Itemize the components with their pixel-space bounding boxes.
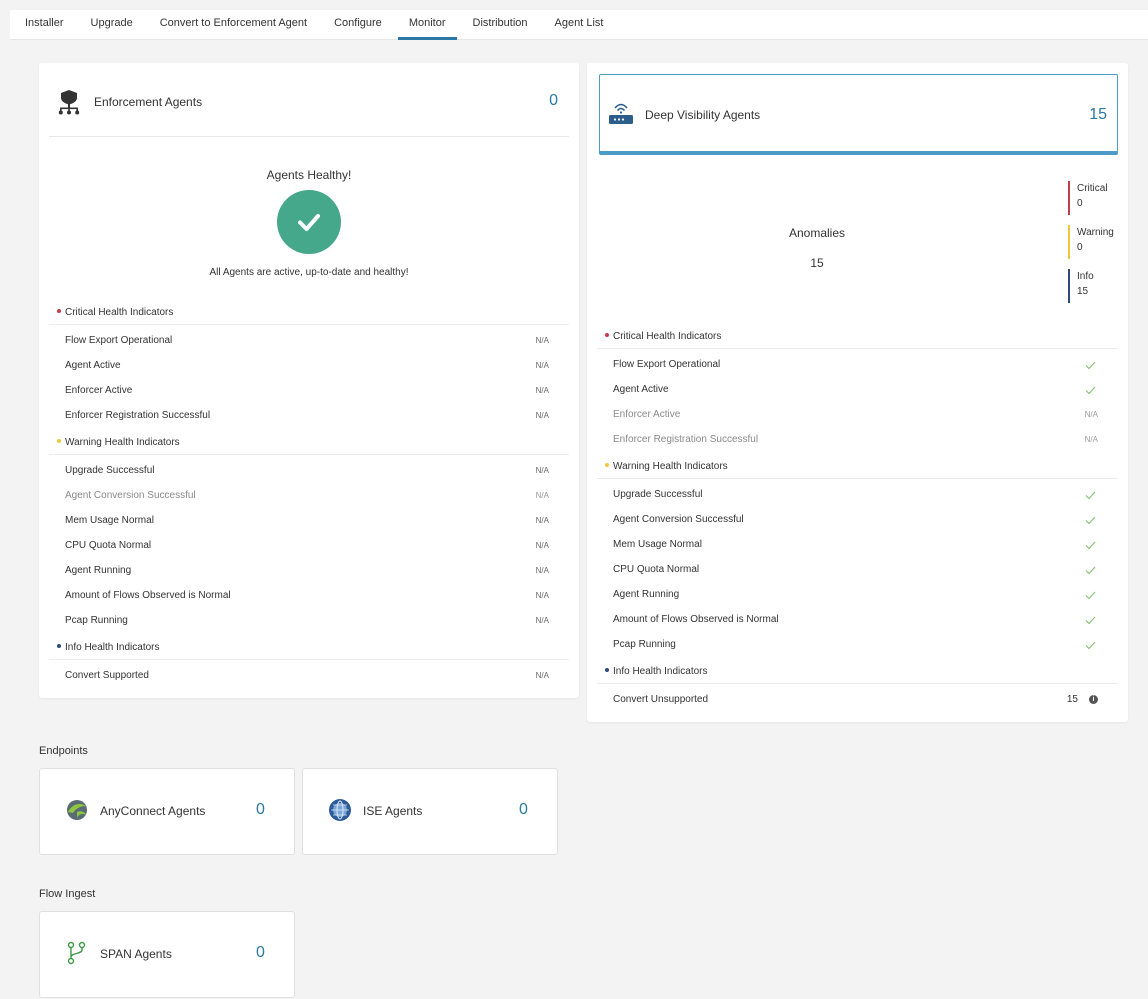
indicator-row: Enforcer Registration Successful N/A [613, 434, 1098, 445]
warning-health-indicators-header: Warning Health Indicators [597, 455, 1118, 479]
tab-distribution[interactable]: Distribution [473, 10, 528, 40]
check-icon [1085, 538, 1096, 557]
indicator-row: Upgrade Successful [597, 485, 1118, 510]
ise-agents-tile[interactable]: ISE Agents 0 [302, 768, 558, 855]
check-icon [1085, 563, 1096, 582]
anomalies-count[interactable]: 15 [747, 256, 887, 270]
flow-ingest-label: Flow Ingest [39, 888, 96, 900]
indicator-row: Amount of Flows Observed is Normal N/A [65, 590, 549, 601]
info-dot-icon [57, 644, 61, 649]
critical-dot-icon [57, 309, 61, 314]
enforcement-agents-header[interactable]: Enforcement Agents 0 [49, 63, 569, 137]
check-icon [1085, 358, 1096, 377]
deep-visibility-agents-title: Deep Visibility Agents [645, 108, 761, 122]
check-icon [1085, 383, 1096, 402]
anyconnect-agents-label: AnyConnect Agents [100, 804, 206, 818]
critical-health-indicators-header: Critical Health Indicators [49, 301, 569, 325]
enforcement-agents-card: Enforcement Agents 0 Agents Healthy! All… [39, 63, 579, 698]
tab-bar: Installer Upgrade Convert to Enforcement… [10, 10, 1148, 40]
critical-dot-icon [605, 333, 609, 338]
indicator-row: Convert Supported N/A [65, 670, 549, 681]
indicator-row: Pcap Running [597, 635, 1118, 660]
indicator-row: CPU Quota Normal N/A [65, 540, 549, 551]
monitor-page: Enforcement Agents 0 Agents Healthy! All… [10, 41, 1148, 999]
span-agents-tile[interactable]: SPAN Agents 0 [39, 911, 295, 998]
deep-visibility-agents-header[interactable]: Deep Visibility Agents 15 [599, 74, 1118, 155]
tab-monitor[interactable]: Monitor [397, 10, 457, 40]
indicator-row: Mem Usage Normal [597, 535, 1118, 560]
convert-unsupported-count[interactable]: 15 [1067, 690, 1078, 709]
warning-health-indicators-header: Warning Health Indicators [49, 431, 569, 455]
check-icon [1085, 488, 1096, 507]
healthy-check-icon [277, 190, 341, 254]
info-bar-icon [1068, 269, 1070, 303]
severity-critical[interactable]: Critical 0 [1068, 181, 1108, 215]
anyconnect-agents-count[interactable]: 0 [256, 801, 265, 819]
tab-configure[interactable]: Configure [334, 10, 382, 40]
indicator-row: Flow Export Operational N/A [65, 335, 549, 346]
check-icon [1085, 588, 1096, 607]
enforcement-agents-count[interactable]: 0 [549, 92, 558, 110]
span-agents-label: SPAN Agents [100, 947, 172, 961]
warning-dot-icon [605, 463, 609, 468]
indicator-row: Upgrade Successful N/A [65, 465, 549, 476]
deep-visibility-indicators: Critical Health Indicators Flow Export O… [597, 325, 1118, 715]
check-icon [1085, 613, 1096, 632]
indicator-row: Agent Running [597, 585, 1118, 610]
anomalies-title: Anomalies [788, 226, 846, 240]
indicator-row: Agent Active [597, 380, 1118, 405]
deep-visibility-agents-count[interactable]: 15 [1089, 106, 1107, 124]
enforcement-agents-title: Enforcement Agents [94, 95, 203, 109]
severity-info[interactable]: Info 15 [1068, 269, 1094, 303]
agents-healthy-title: Agents Healthy! [266, 168, 352, 182]
check-icon [1085, 513, 1096, 532]
indicator-row: Convert Unsupported 15 i [597, 690, 1118, 715]
critical-health-indicators-header: Critical Health Indicators [597, 325, 1118, 349]
agents-healthy-subtitle: All Agents are active, up-to-date and he… [209, 267, 409, 278]
enforcement-agent-icon [57, 89, 81, 115]
indicator-row: Agent Conversion Successful [597, 510, 1118, 535]
indicator-row: Agent Active N/A [65, 360, 549, 371]
tab-upgrade[interactable]: Upgrade [91, 10, 133, 40]
tab-installer[interactable]: Installer [25, 10, 64, 40]
warning-bar-icon [1068, 225, 1070, 259]
indicator-row: CPU Quota Normal [597, 560, 1118, 585]
indicator-row: Amount of Flows Observed is Normal [597, 610, 1118, 635]
indicator-row: Mem Usage Normal N/A [65, 515, 549, 526]
indicator-row: Pcap Running N/A [65, 615, 549, 626]
endpoints-label: Endpoints [39, 745, 88, 757]
info-icon[interactable]: i [1089, 695, 1098, 704]
span-branch-icon [65, 941, 89, 965]
anyconnect-agents-tile[interactable]: AnyConnect Agents 0 [39, 768, 295, 855]
ise-globe-icon [328, 798, 352, 822]
ise-agents-label: ISE Agents [363, 804, 423, 818]
deep-visibility-agents-card: Deep Visibility Agents 15 Anomalies 15 C… [587, 63, 1128, 722]
anyconnect-icon [65, 798, 89, 822]
warning-dot-icon [57, 439, 61, 444]
indicator-row: Flow Export Operational [597, 355, 1118, 380]
indicator-row: Enforcer Active N/A [613, 409, 1098, 420]
critical-bar-icon [1068, 181, 1070, 215]
info-health-indicators-header: Info Health Indicators [49, 636, 569, 660]
span-agents-count[interactable]: 0 [256, 944, 265, 962]
severity-warning[interactable]: Warning 0 [1068, 225, 1114, 259]
deep-visibility-agent-icon [608, 99, 634, 125]
info-dot-icon [605, 668, 609, 673]
tab-convert[interactable]: Convert to Enforcement Agent [160, 10, 307, 40]
enforcement-indicators: Critical Health Indicators Flow Export O… [49, 301, 569, 691]
ise-agents-count[interactable]: 0 [519, 801, 528, 819]
indicator-row: Agent Running N/A [65, 565, 549, 576]
indicator-row: Enforcer Registration Successful N/A [65, 410, 549, 421]
tab-agent-list[interactable]: Agent List [555, 10, 604, 40]
indicator-row: Agent Conversion Successful N/A [65, 490, 549, 501]
indicator-row: Enforcer Active N/A [65, 385, 549, 396]
check-icon [1085, 638, 1096, 657]
info-health-indicators-header: Info Health Indicators [597, 660, 1118, 684]
